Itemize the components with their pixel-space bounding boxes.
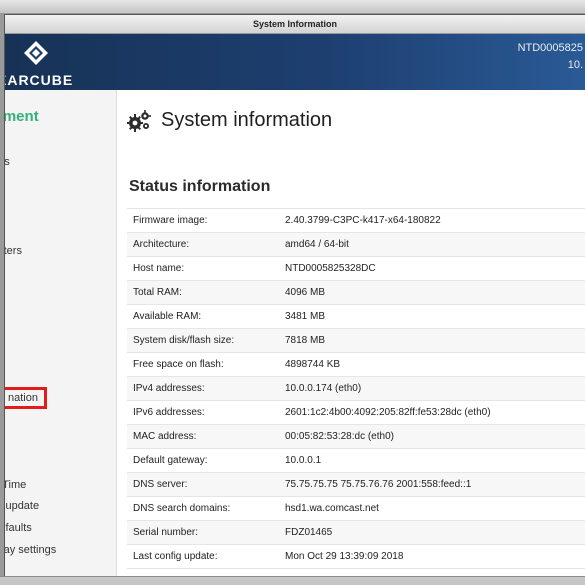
table-row: System disk/flash size: 7818 MB bbox=[127, 328, 585, 353]
gears-icon bbox=[127, 110, 151, 132]
table-row: IPv4 addresses: 10.0.0.174 (eth0) bbox=[127, 376, 585, 401]
sidebar-item-factory-defaults[interactable]: ry defaults bbox=[5, 522, 32, 534]
row-value: hsd1.wa.comcast.net bbox=[285, 503, 379, 514]
row-value: 75.75.75.75 75.75.76.76 2001:558:feed::1 bbox=[285, 479, 472, 490]
row-value: 10.0.0.174 (eth0) bbox=[285, 383, 362, 394]
row-value: 3481 MB bbox=[285, 311, 326, 322]
sidebar-item-registration[interactable]: ation bbox=[4, 413, 5, 425]
row-label: Total RAM: bbox=[133, 287, 182, 298]
sidebar: agement al ctions y /Printers ork es em … bbox=[5, 90, 117, 576]
row-label: Default gateway: bbox=[133, 455, 208, 466]
window-title: System Information bbox=[5, 15, 585, 34]
outer-bottom-bar bbox=[0, 576, 585, 585]
row-label: Serial number: bbox=[133, 527, 199, 538]
row-label: DNS server: bbox=[133, 479, 188, 490]
header-hostname: NTD0005825 bbox=[517, 42, 583, 54]
sidebar-item-printers[interactable]: /Printers bbox=[5, 245, 22, 257]
table-row: IPv6 addresses: 2601:1c2:4b00:4092:205:82… bbox=[127, 400, 585, 425]
table-row: Total RAM: 4096 MB bbox=[127, 280, 585, 305]
app-header: EARCUBE NTD0005825 10. bbox=[5, 34, 585, 90]
row-value: Mon Oct 29 13:39:09 2018 bbox=[285, 551, 404, 562]
row-label: System disk/flash size: bbox=[133, 335, 235, 346]
row-value: 7818 MB bbox=[285, 335, 326, 346]
row-label: Free space on flash: bbox=[133, 359, 224, 370]
row-label: Last config update: bbox=[133, 551, 218, 562]
sidebar-item-display-settings[interactable]: display settings bbox=[5, 544, 56, 556]
table-row: Serial number: FDZ01465 bbox=[127, 520, 585, 545]
app-window: System Information EARCUBE NTD0005825 10… bbox=[4, 14, 585, 576]
table-row: Available RAM: 3481 MB bbox=[127, 304, 585, 329]
row-value: amd64 / 64-bit bbox=[285, 239, 349, 250]
table-row: Firmware image: 2.40.3799-C3PC-k417-x64-1… bbox=[127, 208, 585, 233]
row-value: NTD0005825328DC bbox=[285, 263, 376, 274]
table-row: Default gateway: 10.0.0.1 bbox=[127, 448, 585, 473]
table-row: Last config update: Mon Oct 29 13:39:09 2… bbox=[127, 544, 585, 569]
row-label: Host name: bbox=[133, 263, 185, 274]
logo-text: EARCUBE bbox=[4, 72, 74, 88]
row-value: 00:05:82:53:28:dc (eth0) bbox=[285, 431, 394, 442]
row-label: MAC address: bbox=[133, 431, 197, 442]
table-row: Host name: NTD0005825328DC bbox=[127, 256, 585, 281]
status-table: Firmware image: 2.40.3799-C3PC-k417-x64-1… bbox=[127, 208, 585, 569]
row-value: 4898744 KB bbox=[285, 359, 341, 370]
sidebar-item-system-information[interactable]: nation bbox=[5, 387, 47, 409]
table-row: DNS server: 75.75.75.75 75.75.76.76 2001:… bbox=[127, 472, 585, 497]
row-value: 10.0.0.1 bbox=[285, 455, 322, 466]
row-label: Firmware image: bbox=[133, 215, 208, 226]
sidebar-heading-management: agement bbox=[4, 108, 39, 125]
row-value: 2601:1c2:4b00:4092:205:82ff:fe53:28dc (e… bbox=[285, 407, 491, 418]
header-ip: 10. bbox=[567, 59, 583, 71]
table-row: Architecture: amd64 / 64-bit bbox=[127, 232, 585, 257]
page-title: System information bbox=[161, 109, 333, 131]
main-content: System information Status information Fi… bbox=[117, 90, 585, 576]
outer-top-strip bbox=[0, 0, 585, 14]
row-label: DNS search domains: bbox=[133, 503, 231, 514]
row-label: IPv6 addresses: bbox=[133, 407, 205, 418]
row-label: IPv4 addresses: bbox=[133, 383, 205, 394]
sidebar-item-firmware-update[interactable]: vare update bbox=[5, 500, 39, 512]
row-label: Architecture: bbox=[133, 239, 190, 250]
row-value: 4096 MB bbox=[285, 287, 326, 298]
row-label: Available RAM: bbox=[133, 311, 202, 322]
sidebar-item-date-time[interactable]: and Time bbox=[5, 479, 26, 491]
sidebar-item-connections[interactable]: ctions bbox=[5, 156, 10, 168]
table-row: MAC address: 00:05:82:53:28:dc (eth0) bbox=[127, 424, 585, 449]
row-value: 2.40.3799-C3PC-k417-x64-180822 bbox=[285, 215, 441, 226]
section-title: Status information bbox=[129, 178, 271, 195]
logo-icon bbox=[24, 41, 48, 65]
row-value: FDZ01465 bbox=[285, 527, 333, 538]
table-row: Free space on flash: 4898744 KB bbox=[127, 352, 585, 377]
table-row: DNS search domains: hsd1.wa.comcast.net bbox=[127, 496, 585, 521]
